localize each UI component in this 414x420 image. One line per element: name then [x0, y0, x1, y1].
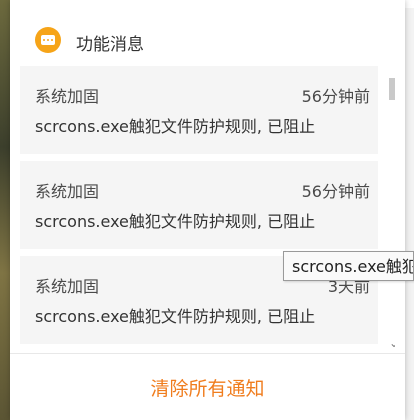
tooltip: scrcons.exe触犯 [283, 251, 414, 281]
notification-time: 56分钟前 [301, 87, 370, 106]
chevron-down-icon[interactable]: ⌄ [389, 336, 395, 350]
notification-title: 系统加固 [35, 87, 100, 106]
notification-panel: 功能消息 系统加固 56分钟前 scrcons.exe触犯文件防护规则, 已阻止… [10, 0, 405, 420]
notification-card[interactable]: 系统加固 56分钟前 scrcons.exe触犯文件防护规则, 已阻止 [20, 161, 378, 249]
notification-message: scrcons.exe触犯文件防护规则, 已阻止 [35, 307, 316, 326]
notification-list[interactable]: 系统加固 56分钟前 scrcons.exe触犯文件防护规则, 已阻止 系统加固… [20, 66, 395, 353]
desktop-background-right [405, 0, 414, 420]
message-icon [35, 27, 61, 53]
scrollbar[interactable]: ⌄ [388, 78, 395, 350]
notification-message: scrcons.exe触犯文件防护规则, 已阻止 [35, 117, 316, 136]
desktop-background-left [0, 0, 10, 420]
panel-header: 功能消息 [10, 0, 405, 66]
notification-card[interactable]: 系统加固 56分钟前 scrcons.exe触犯文件防护规则, 已阻止 [20, 66, 378, 154]
notification-time: 56分钟前 [301, 182, 370, 201]
notification-title: 系统加固 [35, 182, 100, 201]
clear-all-button[interactable]: 清除所有通知 [10, 354, 405, 420]
scrollbar-thumb[interactable] [389, 78, 395, 100]
panel-title: 功能消息 [76, 35, 144, 55]
notification-title: 系统加固 [35, 277, 100, 296]
notification-message: scrcons.exe触犯文件防护规则, 已阻止 [35, 212, 316, 231]
